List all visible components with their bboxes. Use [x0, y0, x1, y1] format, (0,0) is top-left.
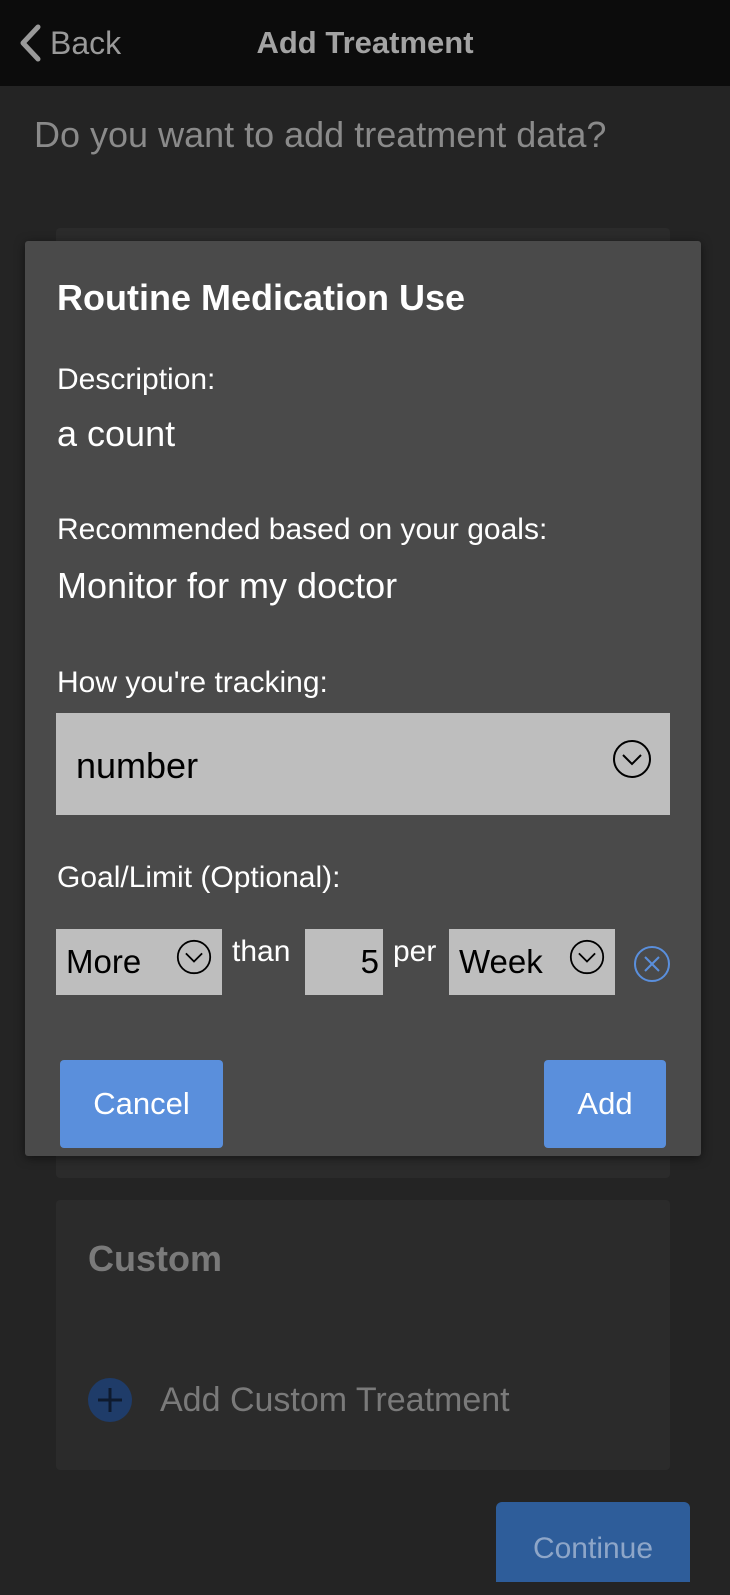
chevron-down-icon	[613, 740, 651, 778]
than-text: than	[232, 935, 291, 968]
treatment-modal: Routine Medication Use Description: a co…	[25, 241, 701, 1156]
period-select[interactable]: Week	[449, 929, 615, 995]
tracking-label: How you're tracking:	[57, 666, 328, 699]
comparison-value: More	[66, 943, 142, 980]
description-value: a count	[57, 413, 176, 454]
add-button[interactable]: Add	[544, 1060, 666, 1148]
add-custom-label: Add Custom Treatment	[160, 1380, 510, 1419]
per-text: per	[393, 935, 437, 968]
goal-amount-input[interactable]: 5	[305, 929, 383, 995]
comparison-select[interactable]: More	[56, 929, 222, 995]
description-label: Description:	[57, 363, 216, 396]
clear-goal-icon[interactable]	[633, 945, 671, 983]
chevron-down-icon	[176, 939, 212, 975]
question-heading: Do you want to add treatment data?	[34, 114, 607, 155]
modal-title: Routine Medication Use	[57, 277, 466, 318]
period-value: Week	[459, 943, 543, 980]
recommended-value: Monitor for my doctor	[57, 565, 398, 606]
add-custom-treatment-button[interactable]: Add Custom Treatment	[88, 1378, 510, 1422]
goal-amount-value: 5	[360, 943, 379, 980]
custom-section-title: Custom	[88, 1238, 222, 1279]
tracking-value: number	[76, 745, 199, 786]
continue-button[interactable]: Continue	[496, 1502, 690, 1582]
page-title: Add Treatment	[256, 25, 474, 60]
chevron-down-icon	[569, 939, 605, 975]
plus-icon	[88, 1378, 132, 1422]
cancel-button[interactable]: Cancel	[60, 1060, 223, 1148]
nav-bar: Back Add Treatment	[0, 0, 730, 86]
recommended-label: Recommended based on your goals:	[57, 513, 548, 546]
goal-label: Goal/Limit (Optional):	[57, 861, 341, 894]
tracking-select[interactable]: number	[56, 713, 670, 815]
